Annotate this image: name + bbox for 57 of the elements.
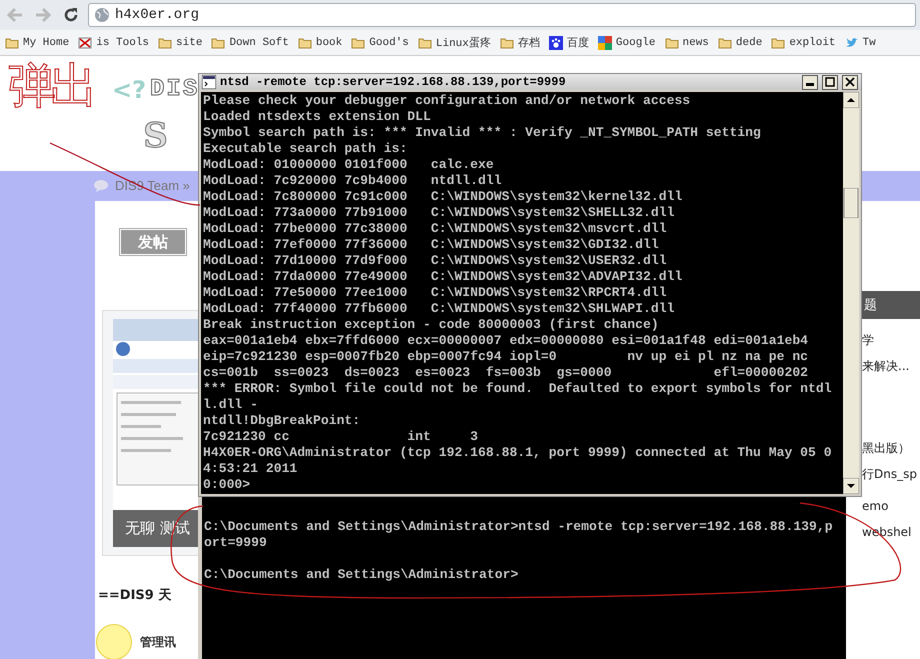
close-icon [845, 77, 855, 87]
bookmark[interactable]: 存档 [500, 35, 540, 50]
side-header: 题 [862, 291, 920, 319]
bookmark[interactable]: book [298, 36, 342, 48]
globe-icon [94, 7, 110, 23]
folder-icon [211, 36, 226, 48]
folder-icon [418, 36, 432, 48]
address-bar[interactable]: h4x0er.org [88, 3, 916, 27]
console-output: Please check your debugger configuration and/or network access Loaded ntsdexts extension DLL Symbol search path is: *** Invalid *** : Verify _NT_SYMBOL_PATH setting Executable search path is: ModLoad: 01000000 0101f000 calc.exe ModLoad: 7c920000 7c9b4000 ntdll.dll ModLoad: 7c800000 7c91c000 C:\WINDOWS\system32\kernel32.dll ModLoad: 773a0000 77b91000 C:\WINDOWS\system32\SHELL32.dll ModLoad: 77be0000 77c38000 C:\WINDOWS\system32\msvcrt.dll ModLoad: 77ef0000 77f36000 C:\WINDOWS\system32\GDI32.dll ModLoad: 77d10000 77d9f000 C:\WINDOWS\system32\USER32.dll ModLoad: 77da0000 77e49000 C:\WINDOWS\system32\ADVAPI32.dll ModLoad: 77e50000 77ee1000 C:\WINDOWS\system32\RPCRT4.dll ModLoad: 77f40000 77fb6000 C:\WINDOWS\system32\SHLWAPI.dll Break instruction exception - code 80000003 (first chance) eax=001a1eb4 ebx=7ffd6000 ecx=00000007 edx=00000080 esi=001a1f48 edi=001a1eb4 eip=7c921230 esp=0007fb20 ebp=0007fc94 iopl=0 nv up ei pl nz na pe nc cs=001b ss=0023 ds=0023 es=0023 fs=003b gs=0000 efl=00000202 *** ERROR: Symbol file could not be found. Defaulted to export symbols for ntdl l.dll - ntdll!DbgBreakPoint: 7c921230 cc int 3 H4X0ER-ORG\Administrator (tcp 192.168.88.1, port 9999) connected at Thu May 05 0 4:53:21 2011 0:000> [201, 92, 843, 494]
folder-icon [718, 36, 732, 48]
topic-link[interactable]: 学 [862, 327, 920, 353]
window-title: ntsd -remote tcp:server=192.168.88.139,port=9999 [220, 75, 567, 89]
paw-icon [548, 36, 563, 50]
logo-mark: <? [112, 76, 146, 104]
bookmark[interactable]: Linux蛋疼 [418, 35, 491, 50]
section-title: ==DIS9 天 [98, 587, 172, 604]
bookmark[interactable]: 百度 [548, 35, 589, 50]
maximize-icon [825, 77, 835, 87]
topic-link[interactable]: emo [862, 493, 920, 519]
folder-icon [771, 36, 786, 48]
bookmark[interactable]: Good's [351, 36, 409, 48]
bookmark[interactable]: is Tools [78, 36, 150, 48]
bookmark[interactable]: exploit [771, 36, 836, 48]
logo-name: DIS [150, 76, 200, 103]
folder-icon [500, 36, 514, 48]
google-icon [598, 36, 612, 50]
bookmark[interactable]: news [664, 36, 709, 48]
bookmark[interactable]: Tw [844, 36, 876, 48]
topic-link[interactable]: 来解决... [862, 353, 920, 379]
bookmark[interactable]: Google [598, 36, 656, 50]
folder-icon [5, 36, 19, 48]
scrollbar[interactable] [843, 92, 859, 494]
handwritten-note: 弹出 [8, 62, 92, 110]
broken-image-icon [78, 36, 92, 48]
poster-name[interactable]: 管理讯 [140, 634, 176, 650]
folder-icon [158, 36, 172, 48]
minimize-icon [806, 83, 814, 86]
topic-link[interactable]: 行Dns_sp [862, 461, 920, 487]
command-prompt: C:\Documents and Settings\Administrator> [204, 567, 520, 583]
minimize-button[interactable] [802, 74, 818, 90]
maximize-button[interactable] [822, 74, 838, 90]
folder-icon [351, 36, 366, 48]
bird-icon [844, 36, 859, 48]
bookmark[interactable]: dede [718, 36, 762, 48]
console-icon [202, 75, 216, 89]
scroll-up-icon[interactable] [843, 92, 859, 108]
bookmark[interactable]: My Home [5, 36, 70, 48]
bookmark[interactable]: Down Soft [211, 36, 289, 48]
folder-icon [664, 36, 678, 48]
bookmark[interactable]: site [158, 36, 202, 48]
folder-icon [298, 36, 312, 48]
scroll-down-icon[interactable] [843, 478, 859, 494]
topic-link[interactable]: 黑出版） [862, 435, 920, 461]
chat-bubble-icon [93, 178, 109, 193]
avatar [96, 624, 132, 659]
logo-tagline: S [143, 116, 168, 156]
close-button[interactable] [842, 74, 858, 90]
